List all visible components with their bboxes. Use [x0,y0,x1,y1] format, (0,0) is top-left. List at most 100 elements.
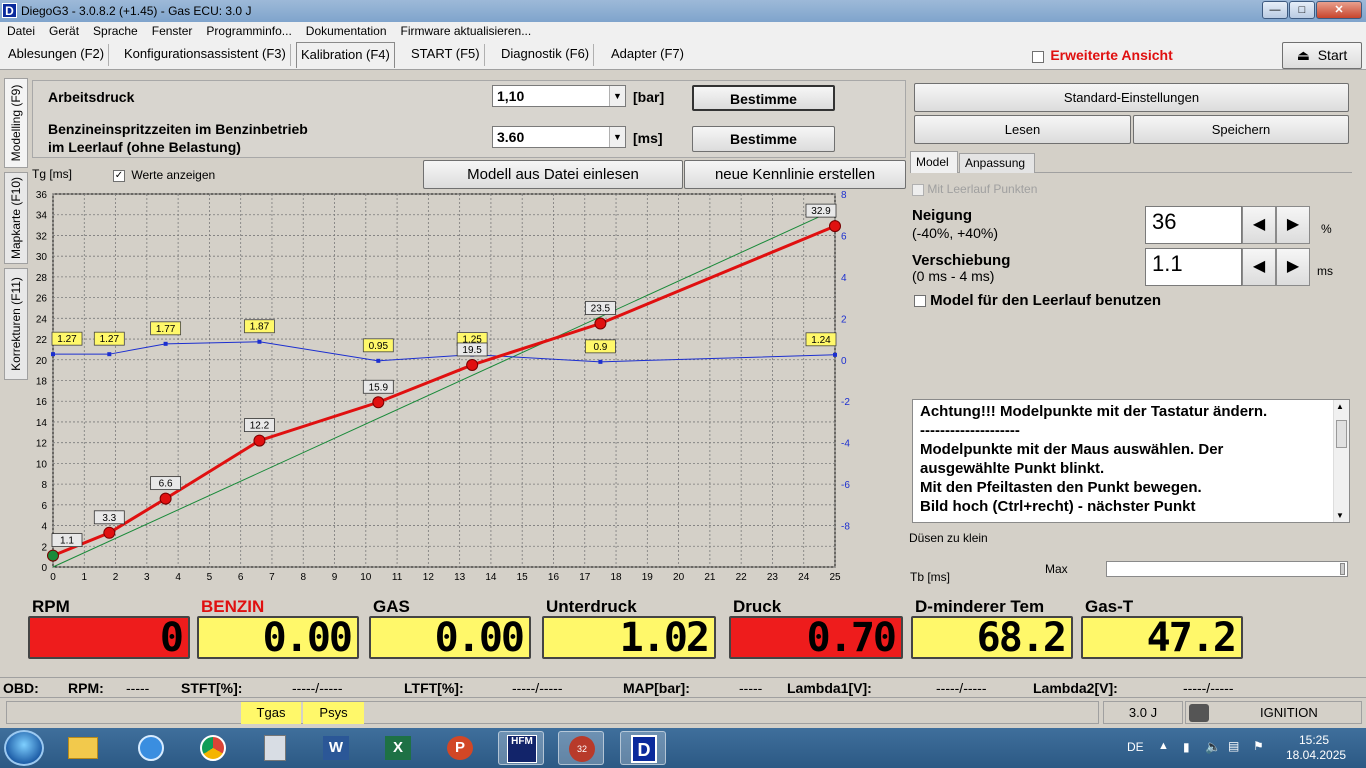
subtab-anpassung[interactable]: Anpassung [959,153,1035,173]
use-idle-toggle[interactable]: Model für den Leerlauf benutzen [914,292,1161,309]
model-point [829,220,841,233]
model-point [103,526,116,539]
side-tab-mapkarte[interactable]: Mapkarte (F10) [4,172,28,264]
injection-unit: [ms] [633,130,663,146]
scroll-up-icon: ▲ [1336,402,1344,411]
clock[interactable]: 15:25 18.04.2025 [1286,733,1346,763]
language-indicator[interactable]: DE [1127,740,1144,754]
shift-decrease-button[interactable]: ◀ [1242,248,1276,286]
tab-ablesungen[interactable]: Ablesungen (F2) [4,44,110,66]
tab-adapter[interactable]: Adapter (F7) [607,44,688,66]
menu-dokumentation[interactable]: Dokumentation [299,22,394,38]
start-button[interactable]: ⏏ Start [1282,42,1362,69]
volume-icon[interactable]: 🔈 [1205,739,1221,755]
new-curve-button[interactable]: neue Kennlinie erstellen [684,160,906,189]
chrome-icon[interactable] [190,731,236,765]
tab-kalibration[interactable]: Kalibration (F4) [296,42,395,68]
excel-icon[interactable]: X [374,731,420,765]
y-tick-label: 34 [36,211,48,222]
advanced-view-checkbox[interactable] [1032,50,1044,63]
info-line: Bild hoch (Ctrl+recht) - nächster Punkt [920,498,1196,515]
menu-geraet[interactable]: Gerät [42,22,86,38]
clock-time: 15:25 [1298,733,1330,747]
menu-programminfo[interactable]: Programminfo... [199,22,298,38]
maximize-button[interactable]: □ [1289,1,1315,19]
close-button[interactable]: ✕ [1316,1,1362,19]
correction-point [107,352,112,357]
idle-points-toggle[interactable]: Mit Leerlauf Punkten [912,182,1037,196]
info-scrollbar[interactable]: ▲ ▼ [1333,400,1349,522]
model-label: 3.3 [102,513,116,524]
model-label: 23.5 [591,304,611,315]
side-tab-korrekturen[interactable]: Korrekturen (F11) [4,268,28,380]
tray-expand-icon[interactable]: ▲ [1158,740,1169,752]
y-tick-label: 12 [36,439,48,450]
max-label: Max [1045,562,1068,576]
menu-fenster[interactable]: Fenster [145,22,200,38]
hfm-icon[interactable]: HFM [498,731,544,765]
tab-diagnostik[interactable]: Diagnostik (F6) [497,44,595,66]
load-model-button[interactable]: Modell aus Datei einlesen [423,160,683,189]
menu-datei[interactable]: Datei [0,22,42,38]
gauge-value: 0.00 [369,616,531,659]
y-tick-label: 36 [36,190,48,201]
flag-icon[interactable]: ⚑ [1253,739,1264,753]
model-point [466,358,479,371]
correction-label: 1.27 [100,334,120,345]
correction-label: 1.77 [156,324,176,335]
gauge-value: 47.2 [1081,616,1243,659]
save-button[interactable]: Speichern [1133,115,1349,144]
shift-increase-button[interactable]: ▶ [1276,248,1310,286]
ecu-version: 3.0 J [1103,701,1183,724]
network-icon[interactable]: ▤ [1228,739,1239,753]
show-values-checkbox[interactable]: ✓ [113,169,125,182]
start-orb-icon[interactable] [4,730,44,766]
tb-slider[interactable] [1106,561,1348,577]
calculator-icon[interactable] [252,731,298,765]
slope-input[interactable]: 36 [1145,206,1242,244]
y2-tick-label: 2 [841,314,847,325]
advanced-view-toggle[interactable]: Erweiterte Ansicht [1032,47,1173,63]
standard-settings-button[interactable]: Standard-Einstellungen [914,83,1349,112]
word-icon[interactable]: W [312,731,358,765]
y2-tick-label: -8 [841,522,850,533]
tab-start[interactable]: START (F5) [407,44,485,66]
x-tick-label: 20 [673,572,685,583]
subtab-model[interactable]: Model [910,151,958,173]
tab-konfigurationsassistent[interactable]: Konfigurationsassistent (F3) [120,44,291,66]
slope-increase-button[interactable]: ▶ [1276,206,1310,244]
slider-thumb[interactable] [1340,563,1345,575]
pressure-select[interactable]: 1,10 ▼ [492,85,626,107]
slope-range: (-40%, +40%) [912,225,998,241]
gauge-label: Gas-T [1085,597,1134,616]
battery-icon[interactable]: ▮ [1183,740,1190,754]
slope-decrease-button[interactable]: ◀ [1242,206,1276,244]
minimize-button[interactable]: — [1262,1,1288,19]
powerpoint-icon[interactable]: P [436,731,482,765]
gauge-value: 68.2 [911,616,1073,659]
title-bar: D DiegoG3 - 3.0.8.2 (+1.45) - Gas ECU: 3… [0,0,1366,22]
obd-rpm-value: ----- [126,680,150,696]
determine-pressure-button[interactable]: Bestimme [692,85,835,111]
show-values-toggle[interactable]: ✓ Werte anzeigen [113,168,215,182]
menu-sprache[interactable]: Sprache [86,22,145,38]
tuning-app-icon[interactable]: 32 [558,731,604,765]
shift-input[interactable]: 1.1 [1145,248,1242,286]
slope-label: Neigung [912,207,972,224]
y-tick-label: 20 [36,356,48,367]
y2-tick-label: 8 [841,190,847,201]
side-tab-modelling[interactable]: Modelling (F9) [4,78,28,168]
arrow-left-icon: ◀ [1252,216,1266,233]
messenger-icon[interactable] [128,731,174,765]
menu-firmware[interactable]: Firmware aktualisieren... [394,22,539,38]
read-button[interactable]: Lesen [914,115,1131,144]
side-tabs: Modelling (F9) Mapkarte (F10) Korrekture… [4,78,28,384]
model-chart[interactable]: 0 1 2 3 4 5 6 7 8 9 10 11 12 13 14 15 16 17 18 19 20 21 22 23 24… [28,188,908,588]
explorer-icon[interactable] [60,731,106,765]
x-tick-label: 2 [113,572,119,583]
x-tick-label: 18 [610,572,622,583]
injection-select[interactable]: 3.60 ▼ [492,126,626,148]
correction-point [598,359,603,364]
determine-injection-button[interactable]: Bestimme [692,126,835,152]
diego-app-icon[interactable]: D [620,731,666,765]
